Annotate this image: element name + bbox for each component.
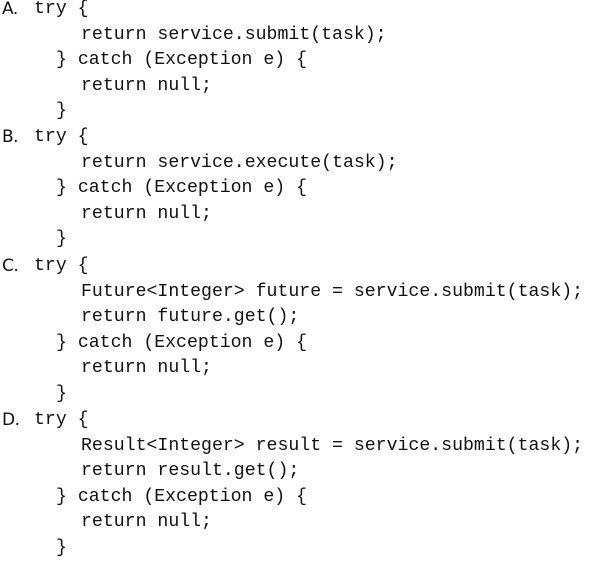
option-letter: A. — [2, 0, 18, 19]
code-line: return future.get(); — [81, 307, 300, 328]
code-line: } catch (Exception e) { — [56, 50, 308, 71]
code-line: return null; — [81, 203, 212, 224]
code-line: return result.get(); — [81, 461, 300, 482]
code-line: try { — [34, 0, 89, 19]
code-line: try { — [34, 256, 89, 276]
code-line: return null; — [81, 512, 212, 533]
code-line: } catch (Exception e) { — [56, 178, 308, 199]
code-line: } — [56, 229, 67, 250]
code-line: } — [56, 538, 67, 558]
code-line: return service.execute(task); — [81, 152, 398, 173]
code-line: return null; — [81, 358, 212, 379]
code-line: } — [56, 384, 67, 404]
code-line: } catch (Exception e) { — [56, 486, 308, 507]
code-line: Future<Integer> future = service.submit(… — [81, 281, 584, 302]
option-letter: B. — [2, 127, 19, 147]
option-letter: D. — [2, 410, 20, 430]
code-line: try { — [34, 410, 89, 430]
code-line: } — [56, 101, 67, 122]
code-line: return null; — [81, 75, 212, 96]
code-line: try { — [34, 127, 89, 147]
option-letter: C. — [2, 256, 19, 276]
code-line: Result<Integer> result = service.submit(… — [81, 435, 584, 456]
code-line: } catch (Exception e) { — [56, 332, 308, 353]
code-line: return service.submit(task); — [81, 24, 387, 45]
